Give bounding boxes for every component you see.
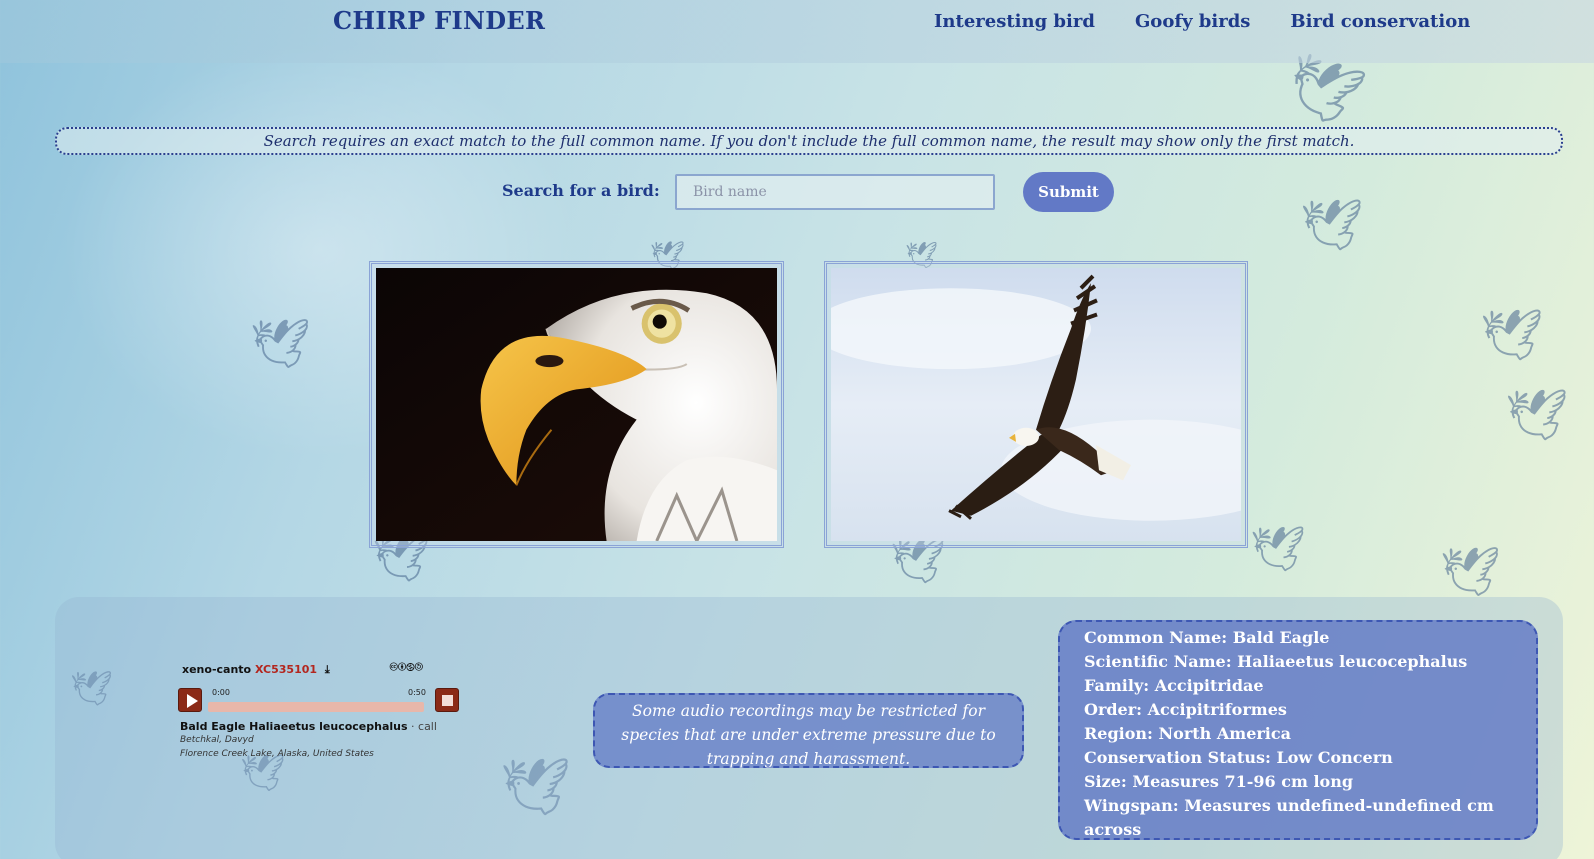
recording-type: · call xyxy=(407,720,437,733)
audio-player: xeno-canto XC535101 ⤓ 🅭🅯🄏🄎 0:00 0:50 Bal… xyxy=(176,660,462,761)
nav-link-interesting-bird[interactable]: Interesting bird xyxy=(934,11,1095,32)
bird-search-input[interactable] xyxy=(675,174,995,210)
info-wingspan: Wingspan: Measures undefined-undefined c… xyxy=(1084,796,1494,839)
stop-button[interactable] xyxy=(435,688,459,712)
background-bird-icon: 🕊 xyxy=(1440,544,1501,600)
recording-title: Bald Eagle Haliaeetus leucocephalus · ca… xyxy=(180,720,437,733)
info-order: Order: Accipitriformes xyxy=(1084,700,1287,719)
top-navbar: CHIRP FINDER Interesting bird Goofy bird… xyxy=(0,0,1594,63)
bald-eagle-head-photo xyxy=(376,268,777,541)
play-button[interactable] xyxy=(178,688,202,712)
bald-eagle-flight-photo xyxy=(831,268,1241,541)
recording-location: Florence Creek Lake, Alaska, United Stat… xyxy=(180,749,374,759)
bird-photo-frame xyxy=(824,261,1248,548)
audio-restriction-note: Some audio recordings may be restricted … xyxy=(593,693,1024,768)
submit-button[interactable]: Submit xyxy=(1023,172,1114,212)
nav-link-bird-conservation[interactable]: Bird conservation xyxy=(1290,11,1470,32)
audio-progress-bar[interactable] xyxy=(208,702,424,712)
player-source[interactable]: xeno-canto xyxy=(182,663,251,676)
site-logo[interactable]: CHIRP FINDER xyxy=(333,6,545,35)
background-bird-icon: 🕊 xyxy=(1505,386,1569,444)
info-common-name: Common Name: Bald Eagle xyxy=(1084,628,1330,647)
info-conservation-status: Conservation Status: Low Concern xyxy=(1084,748,1393,767)
license-icon[interactable]: 🅭🅯🄏🄎 xyxy=(390,660,424,675)
info-family: Family: Accipitridae xyxy=(1084,676,1264,695)
background-bird-icon: 🕊 xyxy=(1300,196,1364,254)
player-source-row: xeno-canto XC535101 ⤓ xyxy=(182,663,330,677)
time-duration: 0:50 xyxy=(408,688,426,697)
recording-author: Betchkal, Davyd xyxy=(180,735,254,745)
bird-info-card: Common Name: Bald Eagle Scientific Name:… xyxy=(1058,620,1538,840)
background-bird-icon: 🕊 xyxy=(1250,524,1306,575)
nav-link-goofy-birds[interactable]: Goofy birds xyxy=(1135,11,1250,32)
recording-id-link[interactable]: XC535101 xyxy=(255,663,317,676)
info-scientific-name: Scientific Name: Haliaeetus leucocephalu… xyxy=(1084,652,1468,671)
main-nav: Interesting bird Goofy birds Bird conser… xyxy=(934,11,1510,32)
recording-name: Bald Eagle Haliaeetus leucocephalus xyxy=(180,720,408,733)
time-current: 0:00 xyxy=(212,688,230,697)
background-bird-icon: 🕊 xyxy=(1480,306,1544,364)
search-notice: Search requires an exact match to the fu… xyxy=(55,127,1563,155)
download-icon[interactable]: ⤓ xyxy=(325,663,330,676)
bird-photo-frame xyxy=(369,261,784,548)
info-region: Region: North America xyxy=(1084,724,1291,743)
background-bird-icon: 🕊 xyxy=(250,316,311,372)
info-size: Size: Measures 71-96 cm long xyxy=(1084,772,1354,791)
search-label: Search for a bird: xyxy=(502,181,660,200)
